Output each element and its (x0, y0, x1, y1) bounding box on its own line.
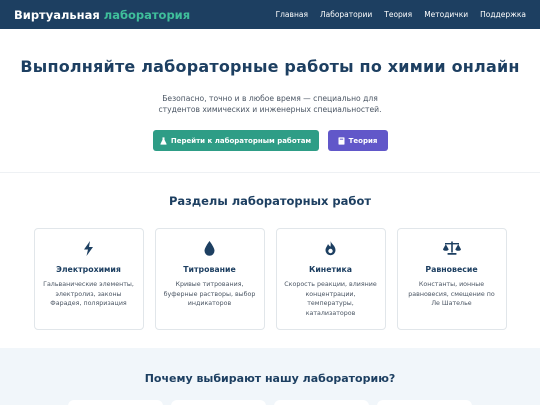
flame-icon (277, 240, 385, 256)
card-description: Гальванические элементы, электролиз, зак… (43, 281, 134, 307)
section-cards: Электрохимия Гальванические элементы, эл… (0, 228, 540, 330)
why-us-card (377, 400, 472, 405)
nav-link-manuals[interactable]: Методички (424, 10, 468, 19)
hero-buttons: Перейти к лабораторным работам Теория (0, 130, 540, 151)
nav-link-theory[interactable]: Теория (384, 10, 412, 19)
sections-title: Разделы лабораторных работ (168, 194, 372, 208)
nav-link-support[interactable]: Поддержка (480, 10, 526, 19)
card-title: Равновесие (425, 265, 478, 274)
why-us-title: Почему выбирают нашу лабораторию? (144, 372, 396, 385)
card-description: Скорость реакции, влияние концентрации, … (284, 281, 377, 317)
hero-section: Выполняйте лабораторные работы по химии … (0, 29, 540, 172)
card-title: Кинетика (308, 265, 353, 274)
lab-sections: Разделы лабораторных работ Электрохимия … (0, 173, 540, 348)
go-to-labs-button[interactable]: Перейти к лабораторным работам (152, 130, 319, 151)
card-equilibrium[interactable]: Равновесие Константы, ионные равновесия,… (396, 228, 507, 330)
why-us-cards (0, 400, 540, 405)
hero-title: Выполняйте лабораторные работы по химии … (20, 57, 520, 76)
brand-main-text: Виртуальная (14, 7, 100, 22)
card-electrochemistry[interactable]: Электрохимия Гальванические элементы, эл… (33, 228, 144, 330)
top-navbar: Виртуальная лаборатория Главная Лаборато… (0, 0, 540, 29)
nav-links: Главная Лаборатории Теория Методички Под… (276, 10, 526, 19)
card-title: Электрохимия (56, 265, 121, 274)
lightning-icon (35, 240, 143, 256)
card-description: Константы, ионные равновесия, смещение п… (408, 281, 495, 307)
flask-icon (160, 136, 167, 145)
card-title: Титрование (183, 265, 236, 274)
theory-button[interactable]: Теория (327, 130, 388, 151)
theory-button-label: Теория (348, 136, 378, 145)
brand-logo[interactable]: Виртуальная лаборатория (14, 8, 190, 22)
why-us-card (68, 400, 163, 405)
brand-accent-text: лаборатория (103, 7, 191, 22)
why-us-card (171, 400, 266, 405)
nav-link-labs[interactable]: Лаборатории (320, 10, 372, 19)
droplet-icon (156, 240, 264, 256)
balance-scale-icon (398, 240, 506, 256)
why-us-card (274, 400, 369, 405)
go-to-labs-label: Перейти к лабораторным работам (170, 136, 312, 145)
card-kinetics[interactable]: Кинетика Скорость реакции, влияние конце… (275, 228, 386, 330)
card-description: Кривые титрования, буферные растворы, вы… (163, 281, 256, 307)
hero-subtitle: Безопасно, точно и в любое время — специ… (158, 94, 382, 114)
why-us-section: Почему выбирают нашу лабораторию? (0, 348, 540, 405)
book-icon (338, 136, 345, 145)
nav-link-home[interactable]: Главная (276, 10, 308, 19)
card-titration[interactable]: Титрование Кривые титрования, буферные р… (154, 228, 265, 330)
